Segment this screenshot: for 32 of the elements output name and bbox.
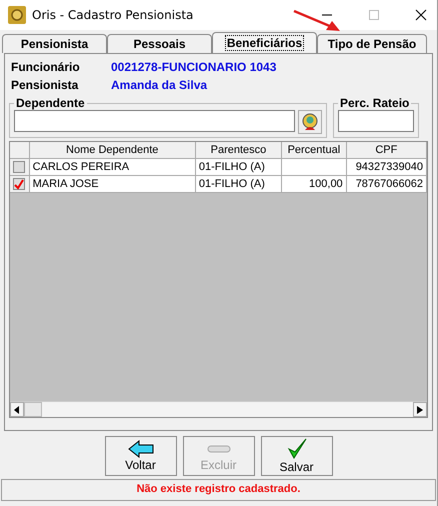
group-label: Dependente: [15, 96, 86, 110]
perc-rateio-field[interactable]: [338, 110, 414, 132]
action-button[interactable]: Voltar: [104, 436, 176, 476]
scroll-left-icon[interactable]: [14, 406, 20, 414]
group-label: Perc. Rateio: [339, 96, 410, 110]
action-button[interactable]: Salvar: [260, 436, 332, 476]
table-cell: MARIA JOSE: [30, 176, 196, 193]
scroll-thumb[interactable]: [24, 402, 42, 417]
field-label: Pensionista: [10, 78, 80, 92]
row-checkbox[interactable]: [13, 178, 26, 190]
app-icon: [8, 6, 26, 24]
table-cell: 78767066062: [346, 176, 427, 193]
table-cell: 01-FILHO (A): [196, 176, 282, 193]
field-value: Amanda da Silva: [111, 78, 208, 92]
horizontal-scrollbar[interactable]: [10, 401, 427, 417]
tab[interactable]: Tipo de Pensão: [317, 34, 427, 53]
field-label: Funcionário: [10, 60, 81, 74]
search-button[interactable]: [298, 110, 322, 134]
dependente-field[interactable]: [14, 110, 295, 132]
annotation-arrow: [292, 9, 342, 33]
tab[interactable]: Pessoais: [107, 34, 212, 53]
row-checkbox[interactable]: [13, 161, 26, 173]
tab[interactable]: Pensionista: [2, 34, 107, 53]
tab[interactable]: Beneficiários: [212, 32, 317, 53]
close-button[interactable]: [415, 9, 427, 21]
person-search-icon: [300, 112, 320, 132]
scroll-right-icon[interactable]: [417, 406, 423, 414]
left-arrow-icon: [128, 440, 154, 458]
field-value: 0021278-FUNCIONARIO 1043: [111, 60, 276, 74]
window-title: Oris - Cadastro Pensionista: [32, 8, 194, 22]
table-cell: 100,00: [282, 176, 347, 193]
status-message: Não existe registro cadastrado.: [136, 483, 300, 497]
